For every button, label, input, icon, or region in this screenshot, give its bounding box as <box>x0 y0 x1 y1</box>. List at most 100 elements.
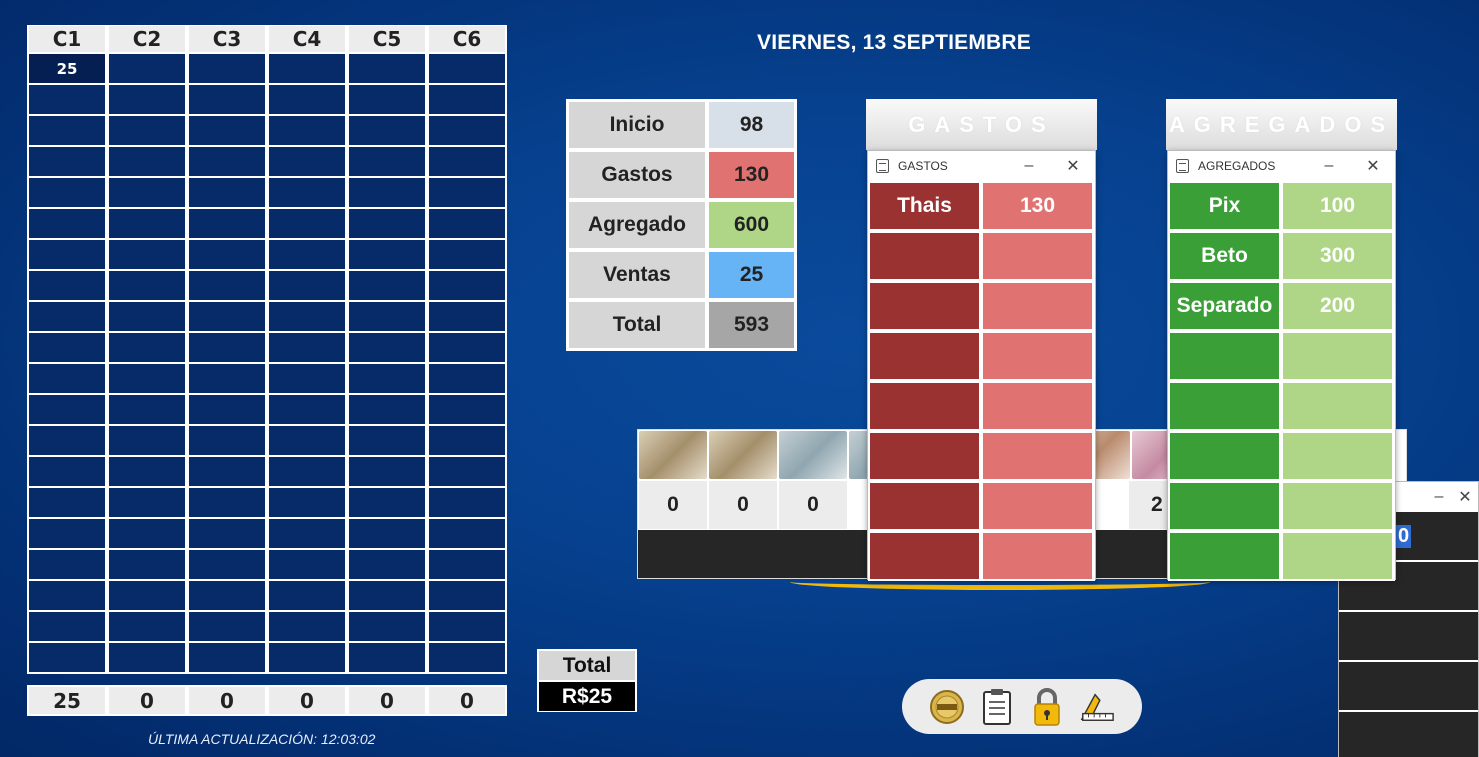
gasto-amount[interactable] <box>981 381 1094 431</box>
agregado-amount[interactable] <box>1281 531 1394 581</box>
grid-cell[interactable] <box>347 116 427 147</box>
grid-cell[interactable] <box>187 271 267 302</box>
grid-cell[interactable] <box>27 612 107 643</box>
grid-cell[interactable] <box>27 147 107 178</box>
bill-count[interactable]: 0 <box>779 481 847 529</box>
grid-cell[interactable] <box>187 612 267 643</box>
grid-cell[interactable] <box>347 395 427 426</box>
grid-cell[interactable] <box>107 426 187 457</box>
grid-cell[interactable] <box>187 178 267 209</box>
grid-cell[interactable] <box>427 333 507 364</box>
grid-cell[interactable] <box>267 364 347 395</box>
counter-cell[interactable] <box>1339 612 1478 660</box>
grid-cell[interactable] <box>347 581 427 612</box>
grid-cell[interactable] <box>107 116 187 147</box>
grid-cell[interactable] <box>427 209 507 240</box>
grid-cell[interactable] <box>427 240 507 271</box>
grid-cell[interactable] <box>107 54 187 85</box>
gasto-amount[interactable]: 130 <box>981 181 1094 231</box>
pesos-coin-icon[interactable] <box>929 689 965 725</box>
grid-cell[interactable] <box>187 550 267 581</box>
grid-cell[interactable] <box>27 426 107 457</box>
grid-cell[interactable] <box>107 147 187 178</box>
grid-cell[interactable] <box>427 550 507 581</box>
grid-cell[interactable] <box>267 54 347 85</box>
grid-cell[interactable] <box>107 612 187 643</box>
grid-cell[interactable] <box>187 488 267 519</box>
grid-cell[interactable] <box>27 240 107 271</box>
minimize-button[interactable]: – <box>1307 157 1351 175</box>
grid-cell[interactable] <box>267 395 347 426</box>
grid-cell[interactable] <box>427 85 507 116</box>
grid-cell[interactable] <box>267 302 347 333</box>
grid-cell[interactable] <box>107 457 187 488</box>
close-button[interactable]: ✕ <box>1051 156 1095 176</box>
gasto-amount[interactable] <box>981 531 1094 581</box>
grid-cell[interactable] <box>427 395 507 426</box>
grid-cell[interactable] <box>427 364 507 395</box>
grid-cell[interactable] <box>267 581 347 612</box>
grid-cell[interactable] <box>427 457 507 488</box>
selected-value[interactable]: 0 <box>1396 524 1412 548</box>
grid-cell[interactable] <box>427 302 507 333</box>
gasto-amount[interactable] <box>981 231 1094 281</box>
grid-cell[interactable] <box>107 85 187 116</box>
gasto-name[interactable] <box>868 381 981 431</box>
grid-cell[interactable] <box>27 364 107 395</box>
grid-cell[interactable] <box>347 54 427 85</box>
grid-cell[interactable] <box>27 519 107 550</box>
gasto-name[interactable]: Thais <box>868 181 981 231</box>
grid-cell[interactable] <box>27 302 107 333</box>
grid-cell[interactable] <box>267 333 347 364</box>
agregado-name[interactable] <box>1168 431 1281 481</box>
grid-cell[interactable] <box>107 178 187 209</box>
grid-cell[interactable] <box>347 550 427 581</box>
grid-cell[interactable] <box>187 240 267 271</box>
grid-cell[interactable] <box>27 271 107 302</box>
gasto-name[interactable] <box>868 331 981 381</box>
grid-cell[interactable] <box>107 395 187 426</box>
grid-cell[interactable] <box>187 519 267 550</box>
gastos-panel-header[interactable]: GASTOS <box>866 99 1097 150</box>
grid-cell[interactable] <box>27 178 107 209</box>
gasto-name[interactable] <box>868 531 981 581</box>
grid-cell[interactable]: 25 <box>27 54 107 85</box>
gasto-name[interactable] <box>868 481 981 531</box>
grid-cell[interactable] <box>267 178 347 209</box>
grid-cell[interactable] <box>107 488 187 519</box>
grid-cell[interactable] <box>427 612 507 643</box>
grid-cell[interactable] <box>427 54 507 85</box>
gasto-amount[interactable] <box>981 431 1094 481</box>
counter-cell[interactable] <box>1339 712 1478 757</box>
grid-cell[interactable] <box>107 519 187 550</box>
grid-cell[interactable] <box>427 581 507 612</box>
grid-cell[interactable] <box>187 85 267 116</box>
grid-cell[interactable] <box>347 209 427 240</box>
grid-cell[interactable] <box>347 426 427 457</box>
grid-cell[interactable] <box>107 302 187 333</box>
grid-cell[interactable] <box>267 209 347 240</box>
grid-cell[interactable] <box>267 426 347 457</box>
grid-cell[interactable] <box>27 581 107 612</box>
agregado-amount[interactable] <box>1281 481 1394 531</box>
grid-cell[interactable] <box>107 333 187 364</box>
grid-cell[interactable] <box>107 240 187 271</box>
summary-value[interactable]: 593 <box>707 300 796 350</box>
minimize-button[interactable]: – <box>1007 157 1051 175</box>
grid-cell[interactable] <box>427 519 507 550</box>
agregado-amount[interactable]: 200 <box>1281 281 1394 331</box>
ruler-triangle-icon[interactable] <box>1079 689 1115 725</box>
summary-value[interactable]: 130 <box>707 150 796 200</box>
grid-cell[interactable] <box>27 643 107 674</box>
grid-cell[interactable] <box>427 643 507 674</box>
grid-cell[interactable] <box>267 643 347 674</box>
agregado-name[interactable] <box>1168 481 1281 531</box>
grid-cell[interactable] <box>27 457 107 488</box>
agregado-amount[interactable] <box>1281 431 1394 481</box>
bill-count[interactable]: 0 <box>709 481 777 529</box>
grid-cell[interactable] <box>27 85 107 116</box>
grid-cell[interactable] <box>267 85 347 116</box>
grid-cell[interactable] <box>187 364 267 395</box>
grid-cell[interactable] <box>107 581 187 612</box>
grid-cell[interactable] <box>107 364 187 395</box>
